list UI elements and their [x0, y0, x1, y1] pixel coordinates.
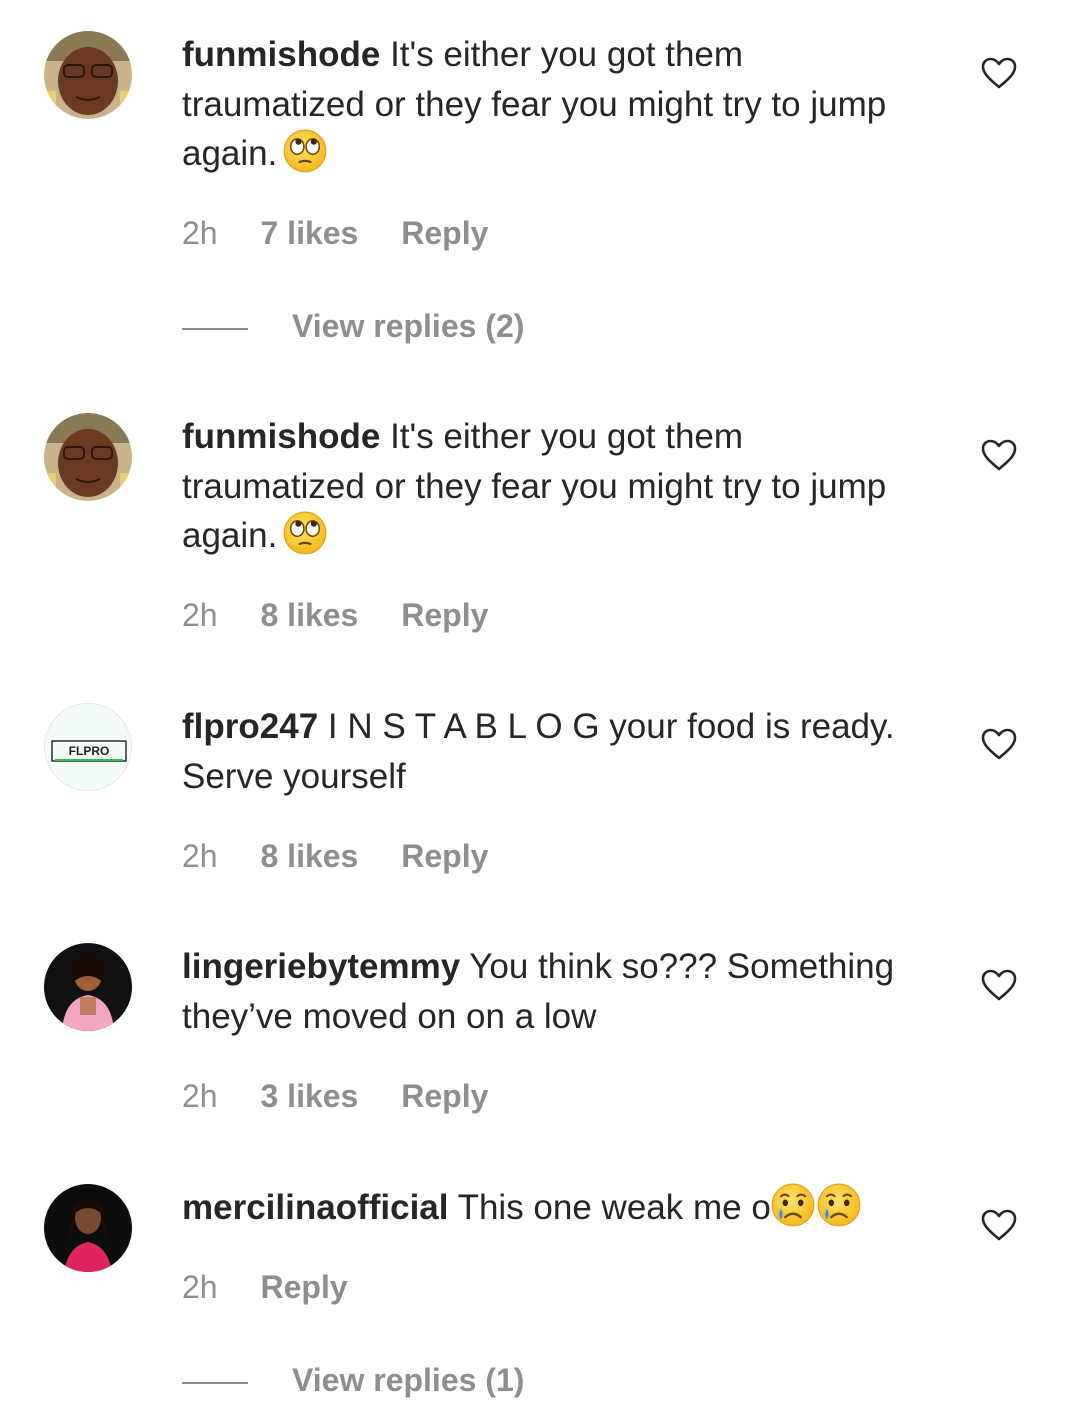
comment-time: 2h	[182, 838, 218, 874]
heart-outline-icon[interactable]	[980, 1208, 1018, 1242]
comment-time: 2h	[182, 215, 218, 251]
funmishode-avatar-image	[44, 413, 132, 501]
view-replies-button[interactable]: View replies (1)	[182, 1362, 524, 1399]
comment-meta: 2h 8 likes Reply	[182, 838, 488, 875]
reply-button[interactable]: Reply	[401, 215, 488, 252]
comment-likes[interactable]: 3 likes	[260, 1078, 358, 1115]
reply-button[interactable]: Reply	[260, 1269, 347, 1306]
divider-line	[182, 1381, 248, 1384]
comment-username[interactable]: funmishode	[182, 417, 380, 456]
comment-username[interactable]: funmishode	[182, 35, 380, 74]
comment-meta: 2h 7 likes Reply	[182, 215, 488, 252]
comment-likes[interactable]: 8 likes	[260, 597, 358, 634]
heart-outline-icon[interactable]	[980, 968, 1018, 1002]
comment-body: This one weak me o	[457, 1188, 771, 1227]
lingeriebytemmy-avatar-image	[44, 943, 132, 1031]
crying-face-emoji-icon	[817, 1183, 861, 1227]
comment-likes[interactable]: 7 likes	[260, 215, 358, 252]
divider-line	[182, 327, 248, 330]
comment-text: mercilinaofficial This one weak me o	[182, 1183, 902, 1233]
avatar[interactable]	[44, 413, 132, 501]
comment-text: flpro247 I N S T A B L O G your food is …	[182, 702, 902, 801]
rolling-eyes-emoji-icon	[283, 511, 327, 555]
funmishode-avatar-image	[44, 31, 132, 119]
comment-username[interactable]: flpro247	[182, 707, 318, 746]
reply-button[interactable]: Reply	[401, 838, 488, 875]
comment-text: funmishode It's either you got them trau…	[182, 30, 902, 179]
avatar[interactable]	[44, 31, 132, 119]
comment-time: 2h	[182, 597, 218, 633]
comment-time: 2h	[182, 1078, 218, 1114]
comment-meta: 2h 3 likes Reply	[182, 1078, 488, 1115]
view-replies-label: View replies (1)	[292, 1362, 525, 1398]
comment-meta: 2h 8 likes Reply	[182, 597, 488, 634]
comment-username[interactable]: mercilinaofficial	[182, 1188, 448, 1227]
heart-outline-icon[interactable]	[980, 56, 1018, 90]
heart-outline-icon[interactable]	[980, 438, 1018, 472]
comment-likes[interactable]: 8 likes	[260, 838, 358, 875]
comment-meta: 2h Reply	[182, 1269, 348, 1306]
comment-text: lingeriebytemmy You think so??? Somethin…	[182, 942, 902, 1041]
flpro-logo-avatar-image: FLPRO	[45, 704, 131, 790]
avatar[interactable]: FLPRO	[44, 703, 132, 791]
comment-text: funmishode It's either you got them trau…	[182, 412, 902, 561]
mercilinaofficial-avatar-image	[44, 1184, 132, 1272]
view-replies-button[interactable]: View replies (2)	[182, 308, 524, 345]
reply-button[interactable]: Reply	[401, 597, 488, 634]
avatar[interactable]	[44, 1184, 132, 1272]
reply-button[interactable]: Reply	[401, 1078, 488, 1115]
crying-face-emoji-icon	[771, 1183, 815, 1227]
rolling-eyes-emoji-icon	[283, 129, 327, 173]
avatar[interactable]	[44, 943, 132, 1031]
comment-username[interactable]: lingeriebytemmy	[182, 947, 460, 986]
view-replies-label: View replies (2)	[292, 308, 525, 344]
comment-time: 2h	[182, 1269, 218, 1305]
heart-outline-icon[interactable]	[980, 727, 1018, 761]
flpro-logo-text: FLPRO	[69, 744, 110, 758]
